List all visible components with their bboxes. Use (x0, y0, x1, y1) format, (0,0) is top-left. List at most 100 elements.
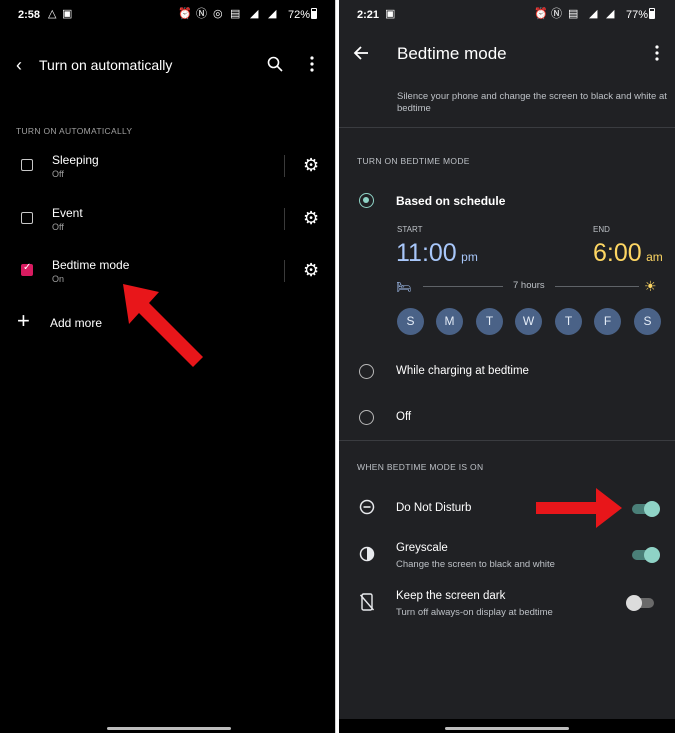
sun-icon: ☀ (644, 278, 657, 294)
overflow-menu-icon[interactable] (655, 45, 659, 61)
day-chip-sunday[interactable]: S (397, 308, 424, 335)
nav-area (339, 719, 675, 733)
gesture-bar (445, 727, 569, 730)
section-turn-on: TURN ON BEDTIME MODE (357, 156, 470, 166)
section-label: TURN ON AUTOMATICALLY (16, 126, 133, 136)
battery-icon (311, 8, 317, 19)
option-based-on-schedule[interactable]: Based on schedule (339, 188, 675, 214)
item-subtitle: Off (52, 169, 64, 179)
gesture-bar (107, 727, 231, 730)
day-chip-wednesday[interactable]: W (515, 308, 542, 335)
setting-title: Do Not Disturb (396, 502, 472, 514)
day-chip-monday[interactable]: M (436, 308, 463, 335)
status-bar: 2:21 ▣ ⏰ Ⓝ ▤ ◢ ◢ 77% (339, 0, 675, 30)
option-label: Based on schedule (396, 194, 506, 208)
signal-icon: ◢ (589, 8, 598, 20)
nfc-icon: Ⓝ (551, 8, 562, 20)
item-title: Bedtime mode (52, 258, 130, 272)
divider (284, 155, 285, 177)
signal-icon-2: ◢ (268, 8, 277, 20)
keep-dark-toggle[interactable] (626, 595, 654, 611)
day-chip-friday[interactable]: F (594, 308, 621, 335)
annotation-arrow (123, 284, 203, 367)
checkbox-sleeping[interactable] (21, 159, 33, 171)
option-label: While charging at bedtime (396, 365, 529, 377)
overflow-menu-icon[interactable] (310, 56, 314, 72)
day-chip-thursday[interactable]: T (555, 308, 582, 335)
volte-icon: ▤ (230, 8, 241, 20)
radio-charging[interactable] (359, 364, 374, 379)
battery-percent: 77% (626, 9, 649, 21)
end-label: END (593, 225, 610, 234)
end-ampm: am (646, 250, 663, 264)
start-ampm: pm (461, 250, 478, 264)
duration: 7 hours (513, 280, 545, 291)
day-chip-saturday[interactable]: S (634, 308, 661, 335)
option-off[interactable]: Off (339, 405, 675, 431)
annotation-arrow (536, 488, 622, 528)
divider (284, 208, 285, 230)
end-time-value: 6:00 (593, 239, 642, 267)
greyscale-icon (359, 546, 375, 567)
status-time: 2:58 (18, 9, 41, 21)
end-time[interactable]: 6:00 am (593, 239, 663, 273)
checkbox-bedtime-mode[interactable] (21, 262, 33, 276)
status-time: 2:21 (357, 9, 380, 21)
radio-schedule[interactable] (359, 193, 374, 208)
divider (284, 260, 285, 282)
item-title: Sleeping (52, 153, 99, 167)
item-subtitle: Off (52, 222, 64, 232)
signal-icon: ◢ (250, 8, 259, 20)
section-when-on: WHEN BEDTIME MODE IS ON (357, 462, 484, 472)
back-icon[interactable]: ‹ (16, 55, 22, 76)
alarm-icon: ⏰ (178, 8, 192, 20)
start-label: START (397, 225, 423, 234)
dnd-toggle[interactable] (632, 501, 660, 517)
option-while-charging[interactable]: While charging at bedtime (339, 359, 675, 385)
description: Silence your phone and change the screen… (397, 91, 667, 114)
day-chip-tuesday[interactable]: T (476, 308, 503, 335)
item-subtitle: On (52, 274, 65, 284)
start-time[interactable]: 11:00 pm (396, 239, 478, 273)
duration-line-left (423, 286, 503, 287)
list-item-event[interactable]: Event Off ⚙ (0, 201, 335, 237)
signal-icon-2: ◢ (606, 8, 615, 20)
battery-icon (649, 8, 655, 19)
back-arrow-icon[interactable] (353, 46, 369, 60)
checkbox-event[interactable] (21, 212, 33, 224)
drive-icon: △ (48, 8, 57, 20)
nfc-icon: Ⓝ (196, 8, 207, 20)
setting-title: Greyscale (396, 542, 448, 554)
screen-off-icon (359, 593, 375, 616)
gallery-icon: ▣ (385, 8, 396, 20)
hotspot-icon: ◎ (213, 8, 223, 20)
volte-icon: ▤ (568, 8, 579, 20)
alarm-icon: ⏰ (534, 8, 548, 20)
setting-greyscale[interactable]: Greyscale Change the screen to black and… (339, 538, 675, 572)
do-not-disturb-icon (359, 499, 375, 520)
settings-gear-icon[interactable]: ⚙ (303, 156, 319, 174)
bed-icon: 🛏 (396, 280, 412, 294)
radio-off[interactable] (359, 410, 374, 425)
greyscale-toggle[interactable] (632, 547, 660, 563)
gallery-icon: ▣ (62, 8, 73, 20)
setting-keep-screen-dark[interactable]: Keep the screen dark Turn off always-on … (339, 586, 675, 620)
battery-percent: 72% (288, 9, 311, 21)
settings-gear-icon[interactable]: ⚙ (303, 261, 319, 279)
setting-subtitle: Turn off always-on display at bedtime (396, 607, 553, 618)
plus-icon: + (17, 308, 30, 333)
right-screen: 2:21 ▣ ⏰ Ⓝ ▤ ◢ ◢ 77% Bedtime mode Silenc… (339, 0, 675, 733)
item-title: Event (52, 206, 83, 220)
list-item-sleeping[interactable]: Sleeping Off ⚙ (0, 148, 335, 184)
left-screen: 2:58 △ ▣ ⏰ Ⓝ ◎ ▤ ◢ ◢ 72% ‹ Turn on autom… (0, 0, 336, 733)
divider (339, 127, 675, 128)
divider (339, 440, 675, 441)
add-more-label: Add more (50, 316, 103, 330)
setting-subtitle: Change the screen to black and white (396, 559, 555, 570)
page-title: Bedtime mode (397, 44, 507, 63)
search-icon[interactable] (267, 56, 283, 72)
option-label: Off (396, 411, 412, 423)
settings-gear-icon[interactable]: ⚙ (303, 209, 319, 227)
status-bar: 2:58 △ ▣ ⏰ Ⓝ ◎ ▤ ◢ ◢ 72% (0, 0, 335, 30)
duration-line-right (555, 286, 639, 287)
